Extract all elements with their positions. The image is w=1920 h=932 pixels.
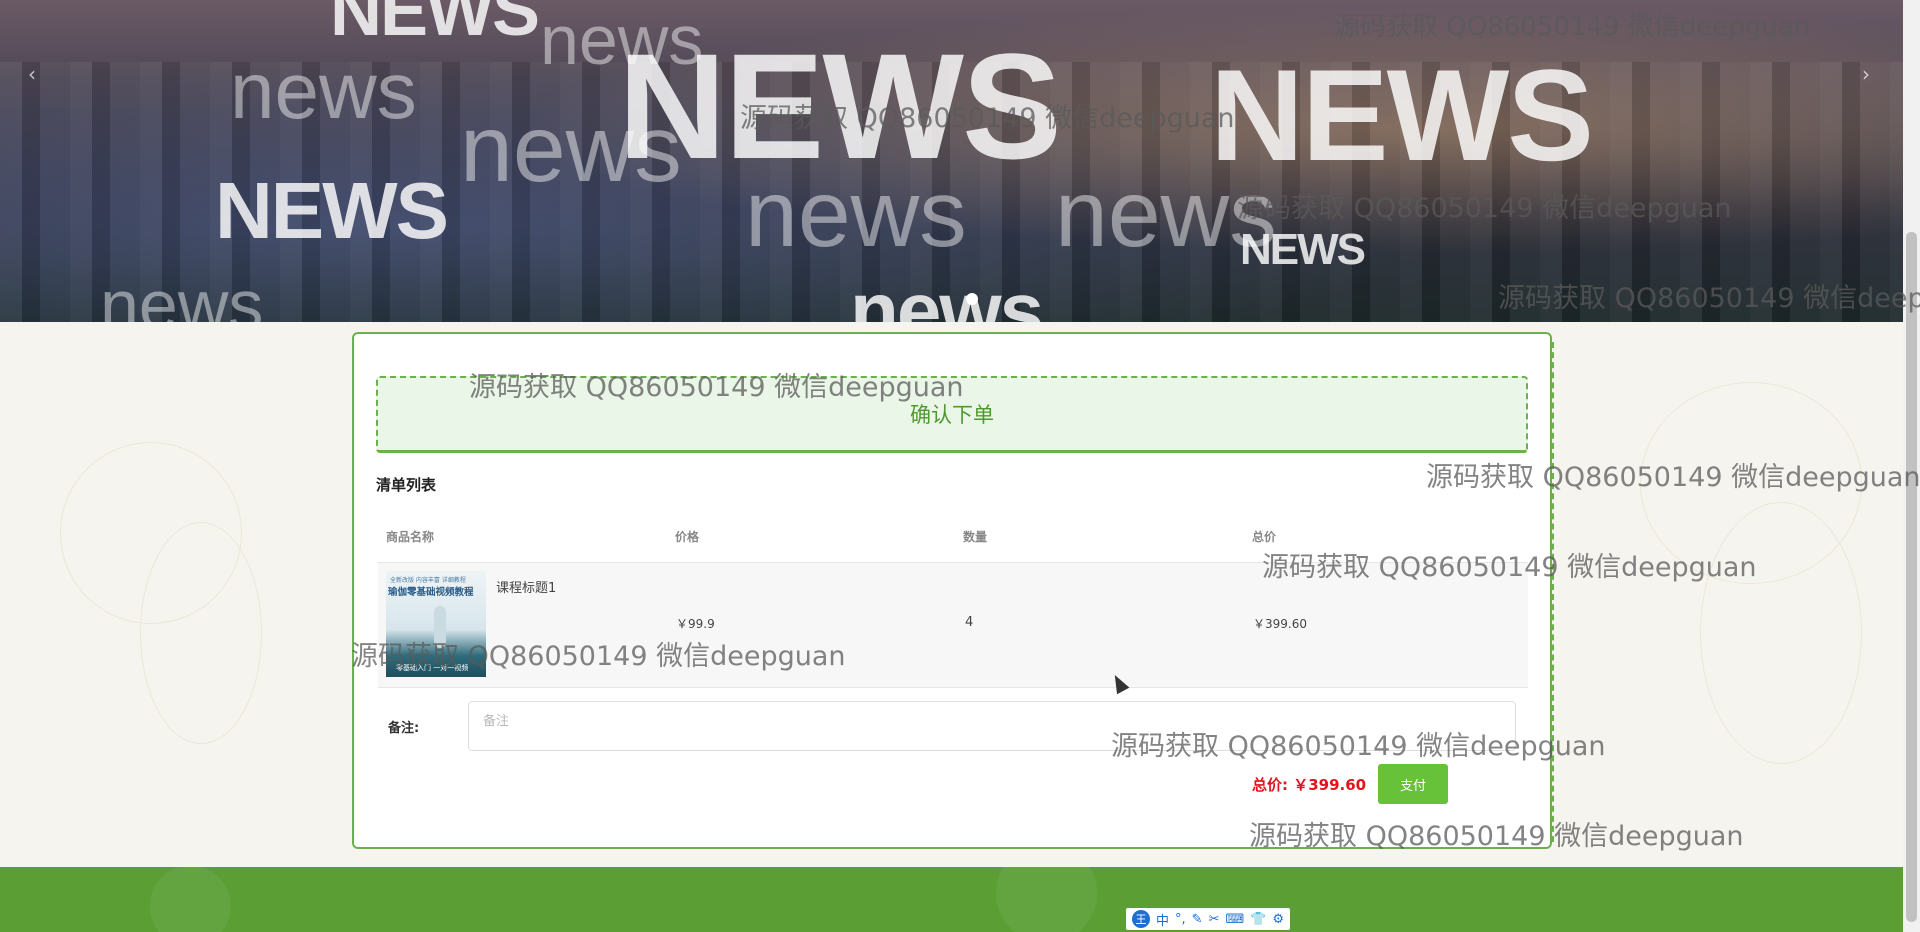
order-card: 确认下单 清单列表 商品名称 价格 数量 总价 全新改版 内容丰富 详细教程 瑜… — [352, 332, 1554, 849]
banner-word: NEWS — [215, 166, 449, 255]
watermark: 源码获取 QQ86050149 微信deepguan — [351, 641, 846, 672]
ime-punctuation-icon[interactable]: °, — [1175, 912, 1186, 927]
column-header-total: 总价 — [1252, 530, 1277, 544]
card-dash-border — [1552, 342, 1554, 842]
watermark: 源码获取 QQ86050149 微信deepguan — [1249, 821, 1744, 852]
carousel-indicator-dot[interactable] — [966, 293, 978, 305]
ime-chinese-mode-icon[interactable]: 中 — [1156, 910, 1169, 929]
banner-next-arrow[interactable]: › — [1862, 62, 1870, 86]
banner-word: news — [850, 266, 1044, 322]
watermark: 源码获取 QQ86050149 微信deepguan — [469, 372, 964, 403]
column-header-price: 价格 — [675, 530, 700, 544]
watermark: 源码获取 QQ86050149 微信deepguan — [1111, 731, 1606, 762]
watermark: 源码获取 QQ86050149 微信deepguan — [1426, 462, 1920, 493]
watermark: 源码获取 QQ86050149 微信deepguan — [1498, 283, 1920, 314]
ime-keyboard-icon[interactable]: ⌨ — [1225, 912, 1244, 927]
product-name[interactable]: 课程标题1 — [496, 577, 556, 596]
remark-label: 备注: — [388, 721, 420, 736]
ime-handwrite-icon[interactable]: ✎ — [1192, 912, 1203, 927]
site-footer — [0, 867, 1903, 932]
scrollbar-thumb[interactable] — [1906, 232, 1917, 922]
product-total: ￥399.60 — [1253, 617, 1307, 631]
banner-word: news — [745, 161, 967, 267]
column-header-name: 商品名称 — [386, 530, 435, 544]
banner-word: news — [100, 266, 264, 322]
banner-word: NEWS — [1240, 225, 1366, 274]
ime-logo-icon[interactable]: 王 — [1132, 910, 1150, 928]
pay-button[interactable]: 支付 — [1378, 764, 1448, 804]
grand-total: 总价: ￥399.60 — [1252, 776, 1367, 794]
ime-settings-icon[interactable]: ⚙ — [1272, 912, 1284, 927]
column-header-quantity: 数量 — [963, 530, 988, 544]
watermark: 源码获取 QQ86050149 微信deepguan — [1262, 552, 1757, 583]
ime-skin-icon[interactable]: 👕 — [1250, 912, 1266, 927]
watermark: 源码获取 QQ86050149 微信deepguan — [740, 103, 1235, 134]
ime-toolbar[interactable]: 王 中 °, ✎ ✂ ⌨ 👕 ⚙ — [1126, 908, 1291, 930]
watermark: 源码获取 QQ86050149 微信deepguan — [1237, 193, 1732, 224]
product-quantity: 4 — [965, 615, 974, 630]
thumbnail-title: 瑜伽零基础视频教程 — [388, 587, 474, 598]
product-price: ￥99.9 — [676, 617, 715, 631]
floral-ornament — [1700, 502, 1862, 764]
ime-scissors-icon[interactable]: ✂ — [1209, 912, 1220, 927]
banner-word: news — [230, 46, 417, 135]
floral-ornament — [140, 522, 262, 744]
banner-word: news — [460, 96, 682, 202]
list-title: 清单列表 — [376, 476, 437, 494]
banner-prev-arrow[interactable]: ‹ — [28, 62, 36, 86]
thumbnail-tagline: 全新改版 内容丰富 详细教程 — [390, 577, 466, 584]
news-banner: NEWS news NEWS news NEWS news NEWS news … — [0, 0, 1903, 322]
watermark: 源码获取 QQ86050149 微信deepguan — [1334, 12, 1811, 42]
